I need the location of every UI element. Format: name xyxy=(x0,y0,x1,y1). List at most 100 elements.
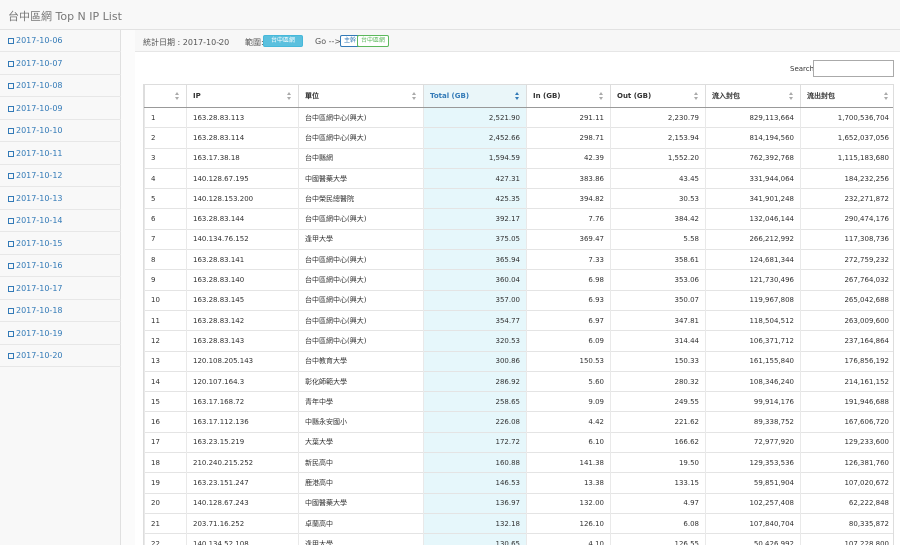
sidebar-date-item[interactable]: 2017-10-16 xyxy=(0,255,121,277)
range-badge[interactable]: 台中區網 xyxy=(263,35,303,47)
table-cell: 176,856,192 xyxy=(800,350,893,372)
table-row: 2 163.28.83.114 台中區網中心(興大) 2,452.66 298.71 2,… xyxy=(144,127,893,149)
table-cell: 286.92 xyxy=(423,370,527,392)
column-header-label: 流出封包 xyxy=(807,92,835,100)
table-cell: 427.31 xyxy=(423,167,527,189)
table-cell: 6.98 xyxy=(526,269,611,291)
table-cell: 4.10 xyxy=(526,533,611,545)
table-cell: 107,228,800 xyxy=(800,533,893,545)
table-cell: 6.09 xyxy=(526,330,611,352)
table-cell: 140.128.153.200 xyxy=(186,188,299,209)
table-cell: 逢甲大學 xyxy=(298,533,424,545)
table-row: 6 163.28.83.144 台中區網中心(興大) 392.17 7.76 384.42… xyxy=(144,208,893,230)
table-row: 15 163.17.168.72 青年中學 258.65 9.09 249.55 99,91… xyxy=(144,391,893,412)
sidebar-date-item[interactable]: 2017-10-09 xyxy=(0,98,121,120)
sidebar-date-item[interactable]: 2017-10-10 xyxy=(0,120,121,142)
sidebar-date-item[interactable]: 2017-10-17 xyxy=(0,278,121,300)
table-cell: 15 xyxy=(144,391,187,412)
table-cell: 22 xyxy=(144,533,187,545)
column-header[interactable]: 流出封包 xyxy=(800,84,893,108)
column-header[interactable]: 流入封包 xyxy=(705,84,801,108)
table-cell: 106,371,712 xyxy=(705,330,801,352)
go-taichung-button[interactable]: 台中區網 xyxy=(357,35,390,47)
table-cell: 台中區網中心(興大) xyxy=(298,309,424,331)
calendar-icon xyxy=(8,308,14,314)
sort-icon xyxy=(694,92,699,100)
sidebar-date-item[interactable]: 2017-10-13 xyxy=(0,188,121,210)
sort-icon xyxy=(412,92,417,100)
table-cell: 2,452.66 xyxy=(423,127,527,149)
sidebar-date-item[interactable]: 2017-10-06 xyxy=(0,30,121,52)
table-cell: 9 xyxy=(144,269,187,291)
filter-colon: : xyxy=(218,37,221,46)
sidebar-date-item[interactable]: 2017-10-12 xyxy=(0,165,121,187)
table-cell: 132.00 xyxy=(526,492,611,514)
table-cell: 266,212,992 xyxy=(705,228,801,250)
table-cell: 163.23.151.247 xyxy=(186,472,299,494)
calendar-icon xyxy=(8,330,14,337)
table-cell: 鹿港高中 xyxy=(298,472,424,494)
table-cell: 1,652,037,056 xyxy=(800,127,893,149)
column-header[interactable]: 單位 xyxy=(298,84,424,108)
table-cell: 台中區網中心(興大) xyxy=(298,127,424,149)
date-sidebar: 2017-10-06 2017-10-07 2017-10-08 2017-10-09… xyxy=(0,30,121,545)
table-cell: 8 xyxy=(144,249,187,270)
table-cell: 107,840,704 xyxy=(705,512,801,534)
table-cell: 394.82 xyxy=(526,188,611,209)
table-cell: 7 xyxy=(144,228,187,250)
sidebar-date-label: 2017-10-16 xyxy=(16,261,63,270)
sidebar-date-item[interactable]: 2017-10-08 xyxy=(0,75,121,97)
sidebar-date-item[interactable]: 2017-10-14 xyxy=(0,210,121,232)
table-cell: 232,271,872 xyxy=(800,188,893,209)
ip-table: IP 單位 Total (GB) In (GB) Out (GB) 流入封包 流出封包 11… xyxy=(144,84,893,545)
sidebar-date-item[interactable]: 2017-10-15 xyxy=(0,233,121,255)
table-cell: 新民高中 xyxy=(298,452,424,473)
table-cell: 台中區網中心(興大) xyxy=(298,249,424,270)
table-cell: 1,115,183,680 xyxy=(800,147,893,169)
column-header-label: Out (GB) xyxy=(617,92,652,100)
sidebar-date-item[interactable]: 2017-10-20 xyxy=(0,345,121,367)
table-cell: 30.53 xyxy=(610,188,706,209)
sidebar-date-item[interactable]: 2017-10-07 xyxy=(0,53,121,75)
table-cell: 214,161,152 xyxy=(800,370,893,392)
sidebar-date-item[interactable]: 2017-10-11 xyxy=(0,143,121,165)
calendar-icon xyxy=(8,173,14,179)
sidebar-date-item[interactable]: 2017-10-18 xyxy=(0,300,121,322)
table-cell: 80,335,872 xyxy=(800,512,893,534)
table-cell: 1,594.59 xyxy=(423,147,527,169)
table-row: 8 163.28.83.141 台中區網中心(興大) 365.94 7.33 358.61… xyxy=(144,249,893,270)
table-cell: 2,230.79 xyxy=(610,106,706,128)
table-cell: 136.97 xyxy=(423,492,527,514)
column-header[interactable] xyxy=(144,84,187,108)
sidebar-date-label: 2017-10-18 xyxy=(16,306,63,315)
table-cell: 140.128.67.195 xyxy=(186,167,299,189)
table-cell: 369.47 xyxy=(526,228,611,250)
sidebar-date-label: 2017-10-13 xyxy=(16,193,63,203)
table-cell: 99,914,176 xyxy=(705,391,801,412)
header-row: IP 單位 Total (GB) In (GB) Out (GB) 流入封包 流出封包 xyxy=(144,84,893,108)
column-header[interactable]: Out (GB) xyxy=(610,84,706,108)
sidebar-date-item[interactable]: 2017-10-19 xyxy=(0,323,121,345)
table-cell: 347.81 xyxy=(610,309,706,331)
column-header[interactable]: In (GB) xyxy=(526,84,611,108)
table-cell: 台中區網中心(興大) xyxy=(298,289,424,311)
column-header-label: In (GB) xyxy=(533,92,561,100)
table-cell: 163.28.83.143 xyxy=(186,330,299,352)
sidebar-date-label: 2017-10-06 xyxy=(16,36,63,45)
column-header[interactable]: IP xyxy=(186,84,299,108)
sidebar-date-label: 2017-10-15 xyxy=(16,238,63,248)
calendar-icon xyxy=(8,38,14,44)
table-cell: 19.50 xyxy=(610,452,706,473)
table-cell: 彰化師範大學 xyxy=(298,370,424,392)
table-cell: 6.10 xyxy=(526,431,611,453)
table-cell: 814,194,560 xyxy=(705,127,801,149)
table-cell: 2,521.90 xyxy=(423,106,527,128)
sidebar-date-label: 2017-10-12 xyxy=(16,171,63,180)
calendar-icon xyxy=(8,240,14,247)
sort-icon xyxy=(287,92,292,100)
column-header[interactable]: Total (GB) xyxy=(423,84,527,108)
table-cell: 129,353,536 xyxy=(705,452,801,473)
search-input[interactable] xyxy=(813,60,894,77)
table-cell: 163.28.83.142 xyxy=(186,309,299,331)
column-header-label: IP xyxy=(193,92,201,100)
